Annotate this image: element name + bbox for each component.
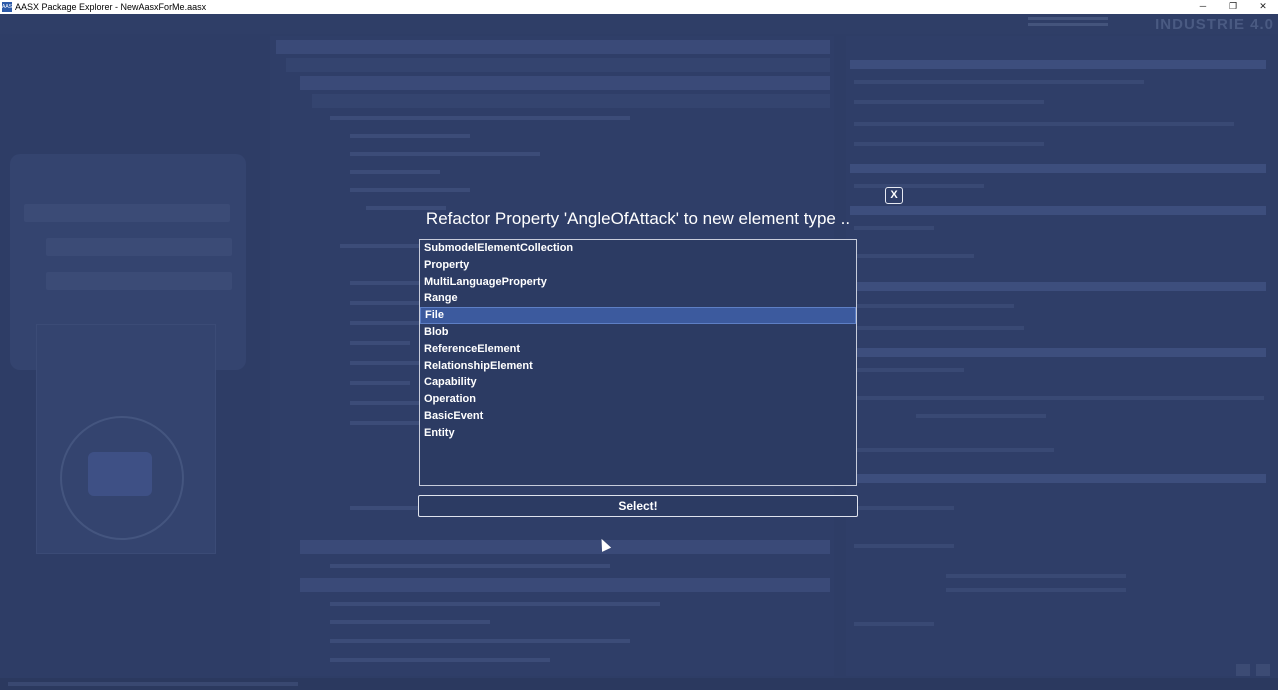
property-line <box>946 588 1126 592</box>
motor-icon <box>88 452 152 496</box>
property-line <box>854 254 974 258</box>
section-header <box>850 474 1266 483</box>
list-item-multilanguageproperty[interactable]: MultiLanguageProperty <box>420 274 856 291</box>
property-line <box>854 122 1234 126</box>
tree-row <box>330 564 610 568</box>
tree-row <box>350 381 410 385</box>
section-header <box>850 348 1266 357</box>
list-item-blob[interactable]: Blob <box>420 324 856 341</box>
tree-row <box>330 658 550 662</box>
tree-row <box>350 301 420 305</box>
list-item-basicevent[interactable]: BasicEvent <box>420 408 856 425</box>
property-line <box>854 184 984 188</box>
tree-row <box>312 94 830 108</box>
property-line <box>854 544 954 548</box>
screen-icon[interactable] <box>1256 664 1270 676</box>
minimize-icon[interactable]: ─ <box>1188 0 1218 14</box>
property-line <box>854 100 1044 104</box>
tree-row <box>350 341 410 345</box>
property-line <box>854 304 1014 308</box>
dialog-close-button[interactable]: X <box>885 187 903 204</box>
list-item-referenceelement[interactable]: ReferenceElement <box>420 341 856 358</box>
list-item-range[interactable]: Range <box>420 290 856 307</box>
tree-row <box>340 244 430 248</box>
tree-row <box>350 421 420 425</box>
menu-bar: INDUSTRIE 4.0 <box>0 14 1278 34</box>
property-line <box>854 368 964 372</box>
list-item-file[interactable]: File <box>420 307 856 324</box>
dialog-title: Refactor Property 'AngleOfAttack' to new… <box>425 209 851 228</box>
tree-row <box>350 281 430 285</box>
tree-row <box>300 540 830 554</box>
tree-row <box>330 620 490 624</box>
section-header <box>850 164 1266 173</box>
list-item-submodelelementcollection[interactable]: SubmodelElementCollection <box>420 240 856 257</box>
tree-row <box>300 76 830 90</box>
property-line <box>854 142 1044 146</box>
list-item-property[interactable]: Property <box>420 257 856 274</box>
tree-row <box>350 134 470 138</box>
tree-row <box>330 639 630 643</box>
tree-row <box>286 58 830 72</box>
property-line <box>946 574 1126 578</box>
section-header <box>850 206 1266 215</box>
section-header <box>850 60 1266 69</box>
left-panel-input <box>24 204 230 222</box>
property-line <box>854 506 954 510</box>
restore-icon[interactable]: ❐ <box>1218 0 1248 14</box>
industrie-logo: INDUSTRIE 4.0 <box>1155 16 1274 33</box>
tree-row <box>350 361 420 365</box>
property-line <box>854 622 934 626</box>
close-window-icon[interactable]: ✕ <box>1248 0 1278 14</box>
list-item-entity[interactable]: Entity <box>420 425 856 442</box>
window-controls: ─ ❐ ✕ <box>1188 0 1278 14</box>
select-button[interactable]: Select! <box>418 495 858 517</box>
tree-row <box>350 170 440 174</box>
pause-icon[interactable] <box>1236 664 1250 676</box>
list-item-relationshipelement[interactable]: RelationshipElement <box>420 358 856 375</box>
tree-row <box>276 40 830 54</box>
window-title: AASX Package Explorer - NewAasxForMe.aas… <box>15 2 207 12</box>
property-line <box>854 448 1054 452</box>
list-item-capability[interactable]: Capability <box>420 374 856 391</box>
tree-row <box>350 152 540 156</box>
tree-row <box>330 116 630 120</box>
tree-row <box>330 602 660 606</box>
left-panel-button <box>46 272 232 290</box>
aasx-app-icon: AASX <box>2 2 16 12</box>
property-line <box>854 326 1024 330</box>
element-type-list[interactable]: SubmodelElementCollection Property Multi… <box>419 239 857 486</box>
window-titlebar: AASX AASX Package Explorer - NewAasxForM… <box>0 0 1278 14</box>
status-icons <box>1236 664 1270 676</box>
property-line <box>854 396 1264 400</box>
left-panel-button <box>46 238 232 256</box>
tree-row <box>350 188 470 192</box>
list-item-operation[interactable]: Operation <box>420 391 856 408</box>
property-line <box>916 414 1046 418</box>
properties-panel <box>846 36 1270 676</box>
property-line <box>854 80 1144 84</box>
tree-row <box>300 578 830 592</box>
logo-subtext <box>1028 17 1108 29</box>
property-line <box>854 226 934 230</box>
section-header <box>850 282 1266 291</box>
status-bar <box>0 678 1278 690</box>
